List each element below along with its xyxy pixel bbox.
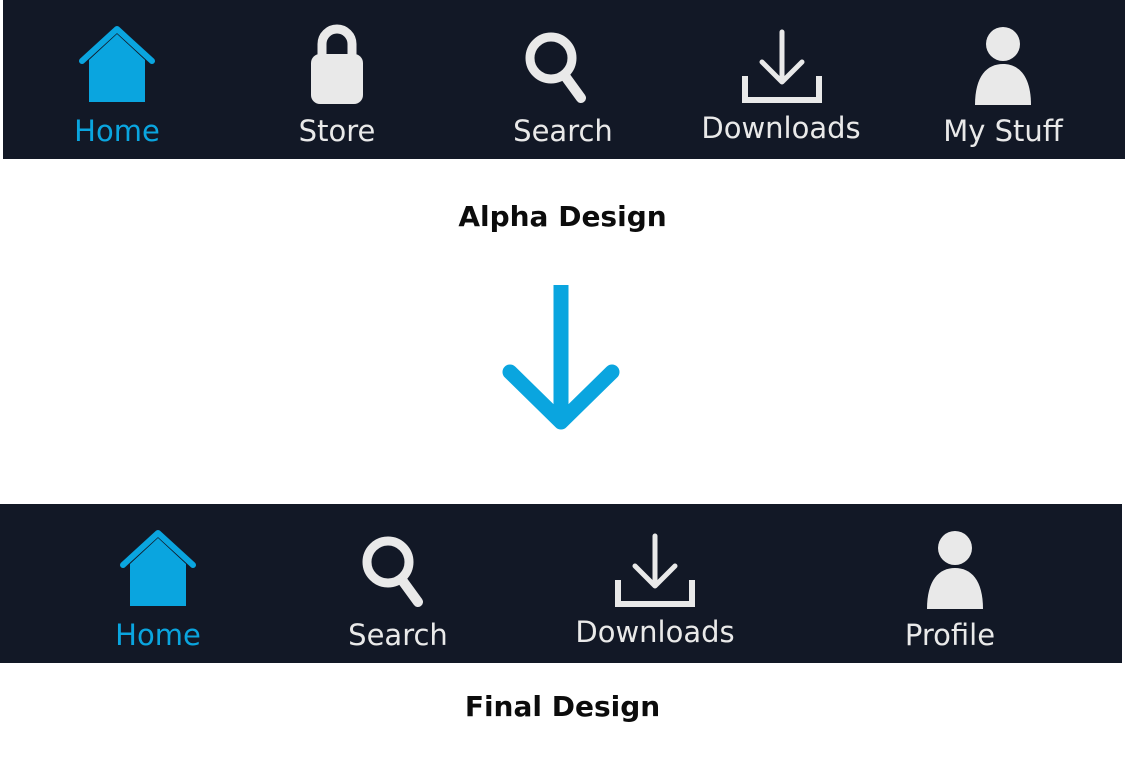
alpha-tab-downloads[interactable]: Downloads	[691, 0, 871, 159]
final-tab-profile[interactable]: Profile	[875, 504, 1025, 663]
alpha-tab-my-stuff-label: My Stuff	[943, 114, 1063, 148]
person-icon	[975, 27, 1031, 105]
final-tab-search-label: Search	[348, 618, 448, 652]
alpha-tab-downloads-label: Downloads	[701, 111, 861, 145]
home-icon	[120, 530, 196, 606]
lock-icon	[311, 24, 363, 104]
final-tab-downloads-label: Downloads	[575, 615, 735, 649]
final-tab-search[interactable]: Search	[328, 504, 468, 663]
alpha-tab-search[interactable]: Search	[493, 0, 633, 159]
arrow-down-icon	[502, 285, 620, 430]
final-tab-bar: Home Search Downloads Profile	[0, 504, 1122, 663]
download-icon	[615, 533, 695, 607]
person-icon	[927, 531, 983, 609]
alpha-tab-my-stuff[interactable]: My Stuff	[923, 0, 1083, 159]
alpha-tab-home[interactable]: Home	[47, 0, 187, 159]
final-tab-downloads[interactable]: Downloads	[565, 504, 745, 663]
alpha-tab-bar: Home Store Search Downloads My Stuff	[3, 0, 1125, 159]
alpha-tab-store[interactable]: Store	[267, 0, 407, 159]
final-tab-profile-label: Profile	[904, 618, 996, 652]
alpha-tab-store-label: Store	[298, 114, 376, 148]
search-icon	[362, 536, 423, 607]
final-tab-home[interactable]: Home	[88, 504, 228, 663]
final-tab-home-label: Home	[115, 618, 201, 652]
alpha-tab-home-label: Home	[74, 114, 160, 148]
download-icon	[742, 29, 822, 103]
search-icon	[525, 32, 586, 103]
alpha-tab-search-label: Search	[513, 114, 613, 148]
alpha-design-caption: Alpha Design	[458, 200, 667, 233]
final-design-caption: Final Design	[464, 690, 661, 723]
home-icon	[79, 26, 155, 102]
